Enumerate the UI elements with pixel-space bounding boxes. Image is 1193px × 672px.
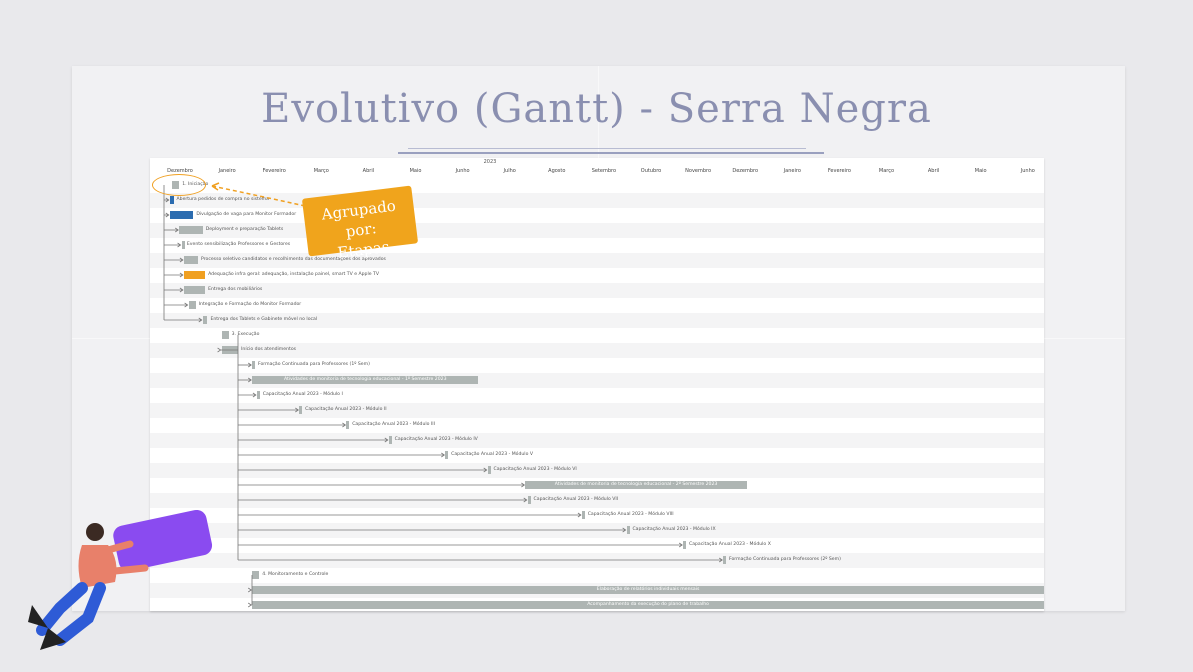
title-underline	[398, 152, 824, 154]
title-underline	[408, 148, 806, 149]
dependency-links	[163, 185, 723, 608]
dependency-arrowhead	[217, 347, 222, 353]
gantt-chart: 2023 Dezembro Janeiro Fevereiro Março Abril M…	[150, 158, 1044, 611]
group-highlight-ellipse	[152, 174, 206, 196]
person-illustration	[28, 510, 213, 650]
dependency-arrowhead	[247, 602, 252, 608]
page-title: Evolutivo (Gantt) - Serra Negra	[261, 86, 932, 132]
dependency-arrowhead	[247, 587, 252, 593]
callout-note: Agrupado por: Etapas	[301, 185, 419, 262]
